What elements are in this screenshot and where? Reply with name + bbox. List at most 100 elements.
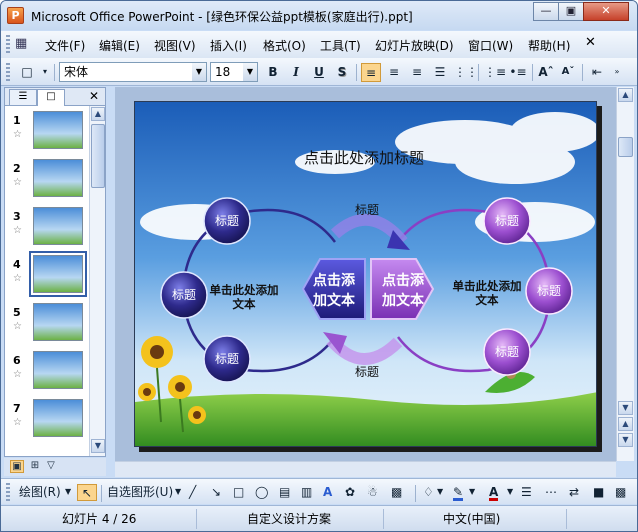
chevron-down-icon[interactable]: ▼ [507,484,513,501]
chevron-down-icon[interactable]: ▼ [437,484,443,501]
previous-slide-icon[interactable]: ▲ [618,417,633,431]
design-template-name[interactable]: 自定义设计方案 [199,509,384,529]
right-text-line2[interactable]: 文本 [476,293,499,307]
center-right-line1[interactable]: 点击添 [382,272,425,289]
toolbar-grip[interactable] [6,63,10,81]
scroll-up-icon[interactable]: ▲ [618,88,633,102]
new-document-icon[interactable]: □ [17,63,37,82]
slide-title[interactable]: 点击此处添加标题 [304,149,424,167]
menu-view[interactable]: 视图(V) [154,37,196,54]
line-color-icon[interactable]: ✎ [453,484,464,501]
slide-vertical-scrollbar[interactable]: ▲ ▼ ▲ ▼ [616,87,634,461]
tab-slides[interactable]: □ [37,89,65,106]
thumbnail-scrollbar[interactable]: ▲ ▼ [89,106,105,456]
maximize-button[interactable]: ▣ [558,2,584,21]
minimize-button[interactable]: — [533,2,559,21]
center-right-line2[interactable]: 加文本 [381,292,425,309]
arrow-top-label[interactable]: 标题 [355,203,379,217]
font-color-icon[interactable]: A [489,484,499,501]
slideshow-view-icon[interactable]: ▽ [44,460,58,473]
circle-label[interactable]: 标题 [215,352,239,366]
chevron-down-icon[interactable]: ▼ [192,63,206,81]
slide-thumbnail[interactable] [33,159,83,197]
vertical-text-icon[interactable]: ⋮⋮ [454,63,478,82]
circle-label[interactable]: 标题 [172,288,196,302]
thumbnail-item[interactable]: 6 ☆ [5,349,91,395]
scroll-down-icon[interactable]: ▼ [618,401,633,415]
menu-file[interactable]: 文件(F) [45,37,85,54]
slide-thumbnail[interactable] [33,303,83,341]
select-pointer-icon[interactable]: ↖ [77,484,97,501]
picture-icon[interactable]: ▩ [391,484,402,501]
circle-label[interactable]: 标题 [537,284,561,298]
close-button[interactable]: ✕ [583,2,629,21]
decrease-font-icon[interactable]: Aˇ [558,63,578,82]
numbered-list-icon[interactable]: ⋮≡ [484,63,506,82]
textbox-tool-icon[interactable]: ▤ [279,484,290,501]
menu-tools[interactable]: 工具(T) [320,37,361,54]
slide-thumbnail-selected[interactable] [29,251,87,297]
toolbar-options-icon[interactable]: » [611,63,623,82]
center-left-line2[interactable]: 加文本 [312,292,356,309]
tab-outline[interactable]: ☰ [9,89,37,106]
increase-font-icon[interactable]: Aˆ [536,63,556,82]
fill-color-icon[interactable]: ♢ [423,484,434,501]
bold-button[interactable]: B [263,63,283,82]
wordart-icon[interactable]: A [323,484,332,501]
document-menu-icon[interactable]: ▦ [15,36,27,51]
slide-thumbnail[interactable] [33,399,83,437]
slide-thumbnail[interactable] [33,207,83,245]
arrow-tool-icon[interactable]: ↘ [211,484,221,501]
thumbnail-item[interactable]: 4 ☆ [5,251,91,299]
align-left-icon[interactable]: ≡ [361,63,381,82]
pane-close-icon[interactable]: ✕ [89,89,99,103]
menu-insert[interactable]: 插入(I) [210,37,247,54]
powerpoint-app-icon[interactable]: P [7,7,24,24]
menu-help[interactable]: 帮助(H) [528,37,570,54]
chevron-down-icon[interactable]: ▼ [243,63,257,81]
align-right-icon[interactable]: ≡ [407,63,427,82]
font-size-combo[interactable]: 18 ▼ [210,62,258,82]
slide-horizontal-scrollbar[interactable] [115,461,616,477]
draw-menu-button[interactable]: 绘图(R) [19,484,61,501]
dash-style-icon[interactable]: ⋯ [545,484,557,501]
shadow-style-icon[interactable]: ■ [593,484,604,501]
menubar-grip[interactable] [6,35,10,53]
left-text-line1[interactable]: 单击此处添加 [210,283,279,297]
slide-thumbnail[interactable] [33,111,83,149]
toolbar-grip[interactable] [6,483,10,501]
oval-tool-icon[interactable]: ◯ [255,484,268,501]
arrow-style-icon[interactable]: ⇄ [569,484,579,501]
left-text-line2[interactable]: 文本 [233,297,256,311]
chevron-down-icon[interactable]: ▼ [65,484,71,501]
scroll-thumb[interactable] [618,137,633,157]
shadow-button[interactable]: S [332,63,352,82]
circle-label[interactable]: 标题 [215,214,239,228]
slide-thumbnail[interactable] [33,351,83,389]
autoshapes-button[interactable]: 自选图形(U) [107,484,173,501]
thumbnail-item[interactable]: 3 ☆ [5,205,91,251]
align-center-icon[interactable]: ≡ [384,63,404,82]
new-dropdown-icon[interactable]: ▾ [39,63,51,82]
menu-slideshow[interactable]: 幻灯片放映(D) [375,37,454,54]
doc-close-icon[interactable]: ✕ [585,35,596,50]
diagram-icon[interactable]: ✿ [345,484,355,501]
underline-button[interactable]: U [309,63,329,82]
slide-sorter-icon[interactable]: ⊞ [28,460,42,473]
vertical-textbox-icon[interactable]: ▥ [301,484,312,501]
normal-view-icon[interactable]: ▣ [10,460,24,473]
chevron-down-icon[interactable]: ▼ [469,484,475,501]
chevron-down-icon[interactable]: ▼ [175,484,181,501]
slide-canvas[interactable]: 点击此处添加标题 标题 标题 点击添 加文本 点击添 加文本 单击此处添加 文本… [134,101,597,447]
menu-format[interactable]: 格式(O) [263,37,306,54]
circle-label[interactable]: 标题 [495,345,519,359]
language-indicator[interactable]: 中文(中国) [387,509,567,529]
rectangle-tool-icon[interactable]: □ [233,484,244,501]
scroll-thumb[interactable] [91,124,105,188]
thumbnail-item[interactable]: 7 ☆ [5,397,91,443]
arrow-bottom-label[interactable]: 标题 [355,365,379,379]
thumbnail-item[interactable]: 5 ☆ [5,301,91,347]
clipart-icon[interactable]: ☃ [367,484,378,501]
right-text-line1[interactable]: 单击此处添加 [453,279,522,293]
scroll-up-icon[interactable]: ▲ [91,107,105,121]
